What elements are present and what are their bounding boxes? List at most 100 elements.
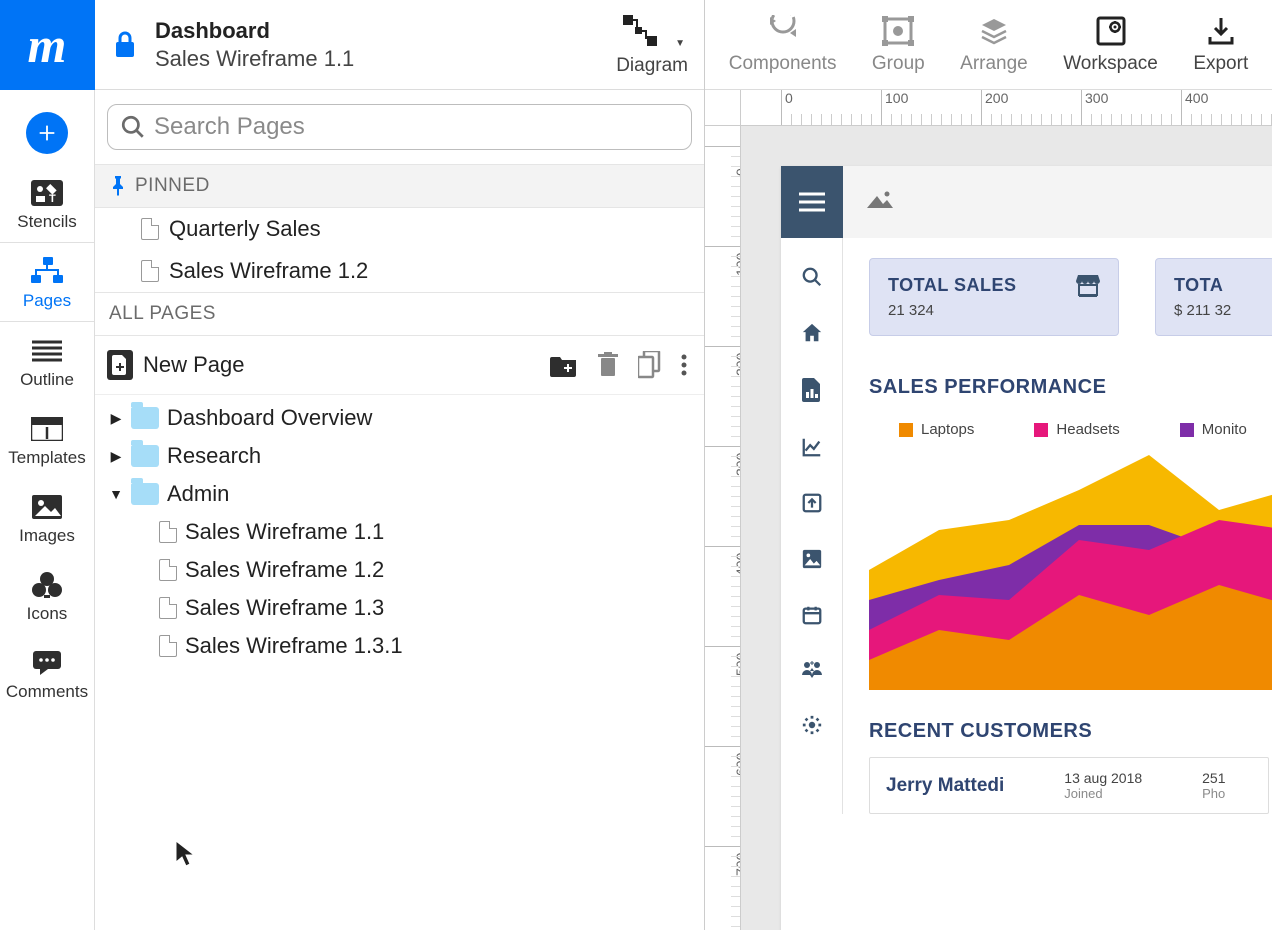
rail-outline[interactable]: Outline <box>0 322 94 400</box>
pages-icon <box>29 257 65 287</box>
components-button[interactable]: Components <box>729 15 837 75</box>
page-title: Dashboard <box>155 18 354 44</box>
images-icon <box>31 494 63 520</box>
outline-icon <box>32 340 62 362</box>
pinned-header: PINNED <box>95 164 704 208</box>
search-nav-icon[interactable] <box>801 266 823 288</box>
stat-card-total-sales[interactable]: TOTAL SALES 21 324 <box>869 258 1119 336</box>
lock-icon[interactable] <box>113 30 137 60</box>
diagram-icon <box>619 13 663 49</box>
search-input[interactable]: Search Pages <box>107 104 692 150</box>
new-page-label[interactable]: New Page <box>143 352 245 378</box>
caret-icon[interactable]: ▶ <box>109 410 123 427</box>
canvas[interactable]: TOTAL SALES 21 324 TOTA <box>741 126 1272 930</box>
chart-nav-icon[interactable] <box>801 436 823 458</box>
caret-icon[interactable]: ▶ <box>109 448 123 465</box>
group-icon <box>881 15 915 47</box>
delete-button[interactable] <box>596 352 620 378</box>
arrange-icon <box>978 15 1010 47</box>
canvas-column: Components Group Arrange Workspace Expor… <box>705 0 1272 930</box>
wireframe-topbar <box>781 166 1272 238</box>
pinned-page-item[interactable]: Quarterly Sales <box>95 208 704 250</box>
icons-icon <box>32 571 62 599</box>
arrange-button[interactable]: Arrange <box>960 15 1028 75</box>
copy-button[interactable] <box>638 351 662 379</box>
store-icon <box>1076 275 1100 302</box>
chart-legend: Laptops Headsets Monito <box>869 421 1272 438</box>
image-nav-icon[interactable] <box>801 548 823 570</box>
folder-icon <box>131 445 159 467</box>
pages-column: Dashboard Sales Wireframe 1.1 ▼ Diagram … <box>95 0 705 930</box>
folder-item[interactable]: ▶Research <box>95 437 704 475</box>
pinned-page-item[interactable]: Sales Wireframe 1.2 <box>95 250 704 292</box>
caret-icon[interactable]: ▼ <box>109 486 123 502</box>
folder-item[interactable]: ▶Dashboard Overview <box>95 399 704 437</box>
folder-icon <box>131 407 159 429</box>
workspace-button[interactable]: Workspace <box>1063 15 1158 75</box>
search-placeholder: Search Pages <box>154 113 305 141</box>
templates-icon <box>31 417 63 441</box>
svg-text:T: T <box>49 193 56 205</box>
rail-templates[interactable]: Templates <box>0 400 94 478</box>
ruler-corner <box>705 90 741 126</box>
export-icon <box>1205 15 1237 47</box>
new-folder-button[interactable] <box>550 353 578 377</box>
calendar-nav-icon[interactable] <box>801 604 823 626</box>
new-page-button[interactable] <box>107 350 133 380</box>
rail-images[interactable]: Images <box>0 478 94 556</box>
group-button[interactable]: Group <box>872 15 925 75</box>
legend-laptops: Laptops <box>921 421 974 438</box>
workspace-icon <box>1095 15 1127 47</box>
file-icon <box>141 260 159 282</box>
page-subtitle: Sales Wireframe 1.1 <box>155 46 354 72</box>
plus-icon <box>36 122 58 144</box>
more-button[interactable] <box>680 353 688 377</box>
page-item[interactable]: Sales Wireframe 1.1 <box>95 513 704 551</box>
folder-icon <box>131 483 159 505</box>
left-rail: m T Stencils Pages Outline Templates Ima… <box>0 0 95 930</box>
app-logo[interactable]: m <box>0 0 95 90</box>
image-placeholder-icon <box>867 190 893 215</box>
rail-pages[interactable]: Pages <box>0 243 94 322</box>
new-page-row: New Page <box>95 336 704 395</box>
legend-headsets: Headsets <box>1056 421 1119 438</box>
title-bar: Dashboard Sales Wireframe 1.1 ▼ Diagram <box>95 0 704 90</box>
comments-icon <box>32 650 62 676</box>
components-icon <box>766 15 800 47</box>
stencils-icon: T <box>30 179 64 207</box>
sales-performance-title: SALES PERFORMANCE <box>869 376 1272 399</box>
area-chart <box>869 450 1272 690</box>
file-icon <box>159 597 177 619</box>
stat-card-total-2[interactable]: TOTA $ 211 32 <box>1155 258 1272 336</box>
page-item[interactable]: Sales Wireframe 1.3.1 <box>95 627 704 665</box>
search-icon <box>120 114 146 140</box>
users-nav-icon[interactable] <box>800 660 824 680</box>
file-nav-icon[interactable] <box>802 378 822 402</box>
vertical-ruler[interactable]: 0100200300400500600700 <box>705 126 741 930</box>
all-pages-header: ALL PAGES <box>95 292 704 336</box>
page-item[interactable]: Sales Wireframe 1.2 <box>95 551 704 589</box>
hamburger-button[interactable] <box>781 166 843 238</box>
artboard[interactable]: TOTAL SALES 21 324 TOTA <box>781 166 1272 930</box>
folder-item[interactable]: ▼Admin <box>95 475 704 513</box>
rail-comments[interactable]: Comments <box>0 634 94 712</box>
horizontal-ruler[interactable]: 0100200300400 <box>741 90 1272 126</box>
pin-icon <box>109 176 127 196</box>
file-icon <box>159 521 177 543</box>
file-icon <box>159 559 177 581</box>
hamburger-icon <box>799 192 825 212</box>
file-icon <box>159 635 177 657</box>
chevron-down-icon: ▼ <box>675 38 685 49</box>
rail-icons[interactable]: Icons <box>0 556 94 634</box>
customer-row[interactable]: Jerry Mattedi 13 aug 2018 Joined 251 Pho <box>869 757 1269 814</box>
settings-nav-icon[interactable] <box>801 714 823 736</box>
add-button[interactable] <box>26 112 68 154</box>
canvas-toolbar: Components Group Arrange Workspace Expor… <box>705 0 1272 90</box>
upload-nav-icon[interactable] <box>801 492 823 514</box>
rail-stencils[interactable]: T Stencils <box>0 164 94 243</box>
page-item[interactable]: Sales Wireframe 1.3 <box>95 589 704 627</box>
diagram-mode-dropdown[interactable]: ▼ Diagram <box>616 13 688 77</box>
recent-customers-title: RECENT CUSTOMERS <box>869 720 1272 743</box>
home-nav-icon[interactable] <box>801 322 823 344</box>
export-button[interactable]: Export <box>1193 15 1248 75</box>
